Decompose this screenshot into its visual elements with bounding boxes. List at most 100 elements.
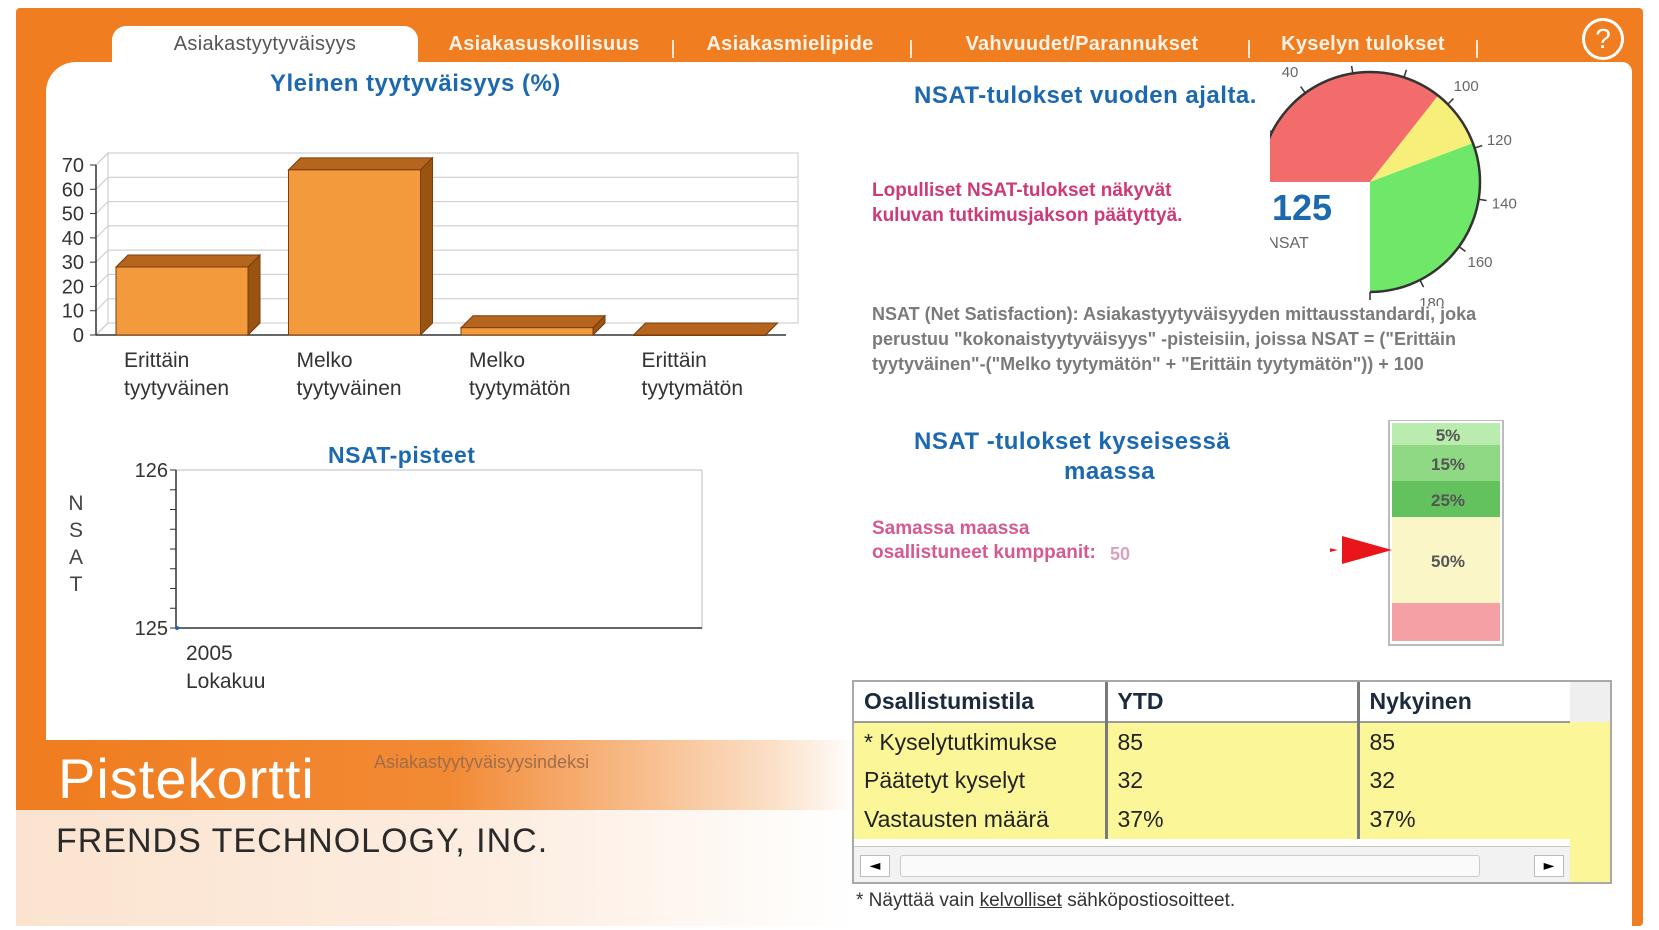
y-axis-label-letter: S [69, 519, 83, 542]
satisfaction-bar-chart: 010 20304050 6070 Erittäin tyytyväinen Melko t… [62, 151, 799, 400]
scorecard-window: Asiakastyytyväisyys Asiakasuskollisuus A… [0, 0, 1659, 930]
bar-front [115, 266, 249, 336]
bar-side [247, 253, 261, 337]
table-cell: Päätetyt kyselyt [854, 761, 1108, 800]
table-cell: 37% [1358, 800, 1570, 839]
tab-asiakasuskollisuus[interactable]: Asiakasuskollisuus [424, 26, 664, 62]
x-category-label: tyytymätön [642, 377, 744, 400]
bar [459, 314, 607, 337]
table-row[interactable]: * Kyselytutkimukse 85 85 [854, 722, 1570, 761]
partners-label-line2: osallistuneet kumppanit: [872, 542, 1096, 563]
chart-side-wall [95, 151, 109, 337]
gauge-tick-label: 100 [1454, 78, 1479, 95]
nsat-points-chart: 125 126 NSAT 2005 Lokakuu [68, 460, 703, 693]
table-cell: 32 [1106, 761, 1360, 800]
table-cell: 32 [1358, 761, 1570, 800]
satisfaction-chart-title: Yleinen tyytyväisyys (%) [270, 70, 561, 97]
meter-band-label: 25% [1431, 491, 1465, 510]
nsat-definition: NSAT (Net Satisfaction): Asiakastyytyväi… [872, 304, 1477, 374]
scroll-right-arrow-icon[interactable]: ► [1534, 855, 1564, 877]
grid-header-filler [1570, 682, 1610, 722]
y-axis-label-letter: T [70, 573, 83, 596]
y-axis-label-letter: A [69, 546, 83, 569]
y-tick-label: 125 [135, 618, 168, 640]
y-axis-label-letter: N [68, 492, 83, 515]
y-tick-label: 40 [62, 228, 84, 250]
scroll-thumb[interactable] [900, 855, 1480, 877]
y-tick-label: 60 [62, 179, 84, 201]
x-category-label: tyytymätön [469, 377, 571, 400]
bar-top [459, 315, 607, 329]
email-footnote: * Näyttää vain kelvolliset sähköpostioso… [856, 890, 1235, 912]
footnote-suffix: sähköpostiosoitteet. [1061, 890, 1236, 911]
y-tick-label: 30 [62, 252, 84, 274]
tab-separator [910, 40, 912, 58]
brand-subtitle: Asiakastyytyväisyysindeksi [374, 752, 590, 772]
tab-asiakastyytyvaisyys[interactable]: Asiakastyytyväisyys [112, 26, 418, 62]
bar-front [288, 169, 421, 336]
footnote-prefix: * Näyttää vain [856, 890, 980, 911]
table-cell: 85 [1106, 722, 1360, 761]
gauge-value: 125 [1272, 187, 1332, 228]
meter-band-label: 15% [1431, 455, 1465, 474]
table-cell: 37% [1106, 800, 1360, 839]
tab-asiakasmielipide[interactable]: Asiakasmielipide [680, 26, 900, 62]
column-header[interactable]: YTD [1106, 682, 1360, 723]
horizontal-scrollbar[interactable]: ◄ ► [854, 846, 1570, 882]
x-tick-label: 2005 [186, 642, 233, 665]
y-tick-label: 70 [62, 155, 84, 177]
tab-separator [1476, 40, 1478, 58]
gauge-tick [1474, 144, 1483, 149]
y-tick-label: 0 [73, 325, 84, 347]
table-row[interactable]: Päätetyt kyselyt 32 32 [854, 761, 1570, 800]
table-header-row: Osallistumistila YTD Nykyinen [854, 682, 1570, 723]
country-title-line1: NSAT -tulokset kyseisessä [914, 428, 1231, 455]
nsat-year-title: NSAT-tulokset vuoden ajalta. [914, 82, 1257, 109]
tab-kyselyn-tulokset[interactable]: Kyselyn tulokset [1256, 26, 1470, 62]
help-button[interactable]: ? [1582, 18, 1624, 60]
y-tick-label: 10 [62, 301, 84, 323]
column-header[interactable]: Nykyinen [1358, 682, 1570, 723]
gauge-tick-label: 140 [1492, 195, 1517, 212]
valid-emails-link[interactable]: kelvolliset [980, 890, 1062, 911]
country-percentile-meter: 5% 15% 25% 50% [1330, 420, 1504, 646]
nsat-final-note: Lopulliset NSAT-tulokset näkyvät kuluvan… [872, 180, 1183, 226]
x-category-label: Melko [469, 349, 525, 372]
y-tick-label: 126 [135, 460, 168, 482]
gauge-value-label: NSAT [1270, 235, 1309, 252]
table-cell: 85 [1358, 722, 1570, 761]
table-row[interactable]: Vastausten määrä 37% 37% [854, 800, 1570, 839]
scroll-left-arrow-icon[interactable]: ◄ [860, 855, 890, 877]
x-tick-label: Lokakuu [186, 670, 265, 693]
country-title-line2: maassa [1064, 458, 1156, 485]
partners-overlap-text: 50 [1110, 544, 1131, 564]
data-point [175, 626, 179, 630]
x-category-label: Erittäin [642, 349, 707, 372]
gauge-tick [1403, 69, 1408, 78]
participation-grid[interactable]: Osallistumistila YTD Nykyinen * Kyselytu… [852, 680, 1612, 884]
x-category-label: tyytyväinen [297, 377, 402, 400]
x-category-label: Melko [297, 349, 353, 372]
bar-top [114, 254, 262, 268]
gauge-tick-label: 40 [1282, 66, 1299, 81]
table-cell: Vastausten määrä [854, 800, 1108, 839]
meter-band [1392, 603, 1500, 641]
company-name: FRENDS TECHNOLOGY, INC. [56, 822, 549, 860]
tab-vahvuudet-parannukset[interactable]: Vahvuudet/Parannukset [922, 26, 1242, 62]
bar-side [420, 156, 433, 337]
current-position-arrow-icon [1342, 536, 1392, 564]
y-tick-label: 50 [62, 204, 84, 226]
table-cell: * Kyselytutkimukse [854, 722, 1108, 761]
nsat-gauge: 020406080100120140160180200125NSAT [1270, 66, 1517, 306]
column-header[interactable]: Osallistumistila [854, 682, 1108, 723]
tab-separator [1248, 40, 1250, 58]
current-position-arrow-icon [1330, 548, 1338, 552]
y-tick-label: 20 [62, 276, 84, 298]
gauge-tick [1478, 198, 1487, 202]
bar [114, 253, 262, 337]
grid-row-filler [1570, 722, 1610, 882]
brand-title: Pistekortti [58, 747, 315, 810]
tab-separator [672, 40, 674, 58]
bar [632, 322, 779, 336]
gauge-tick-label: 120 [1487, 132, 1512, 149]
